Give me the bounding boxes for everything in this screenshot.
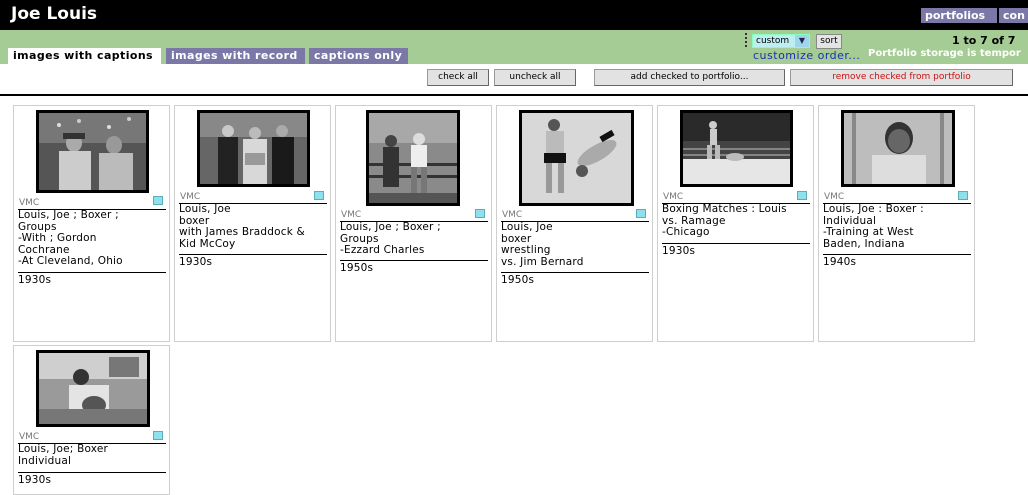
source-label: VMC [824, 192, 845, 202]
caption-line: Louis, Joe; Boxer [18, 443, 109, 455]
image-card: VMC Louis, Joe boxer wrestling vs. Jim B… [496, 105, 653, 342]
tab-images-with-captions[interactable]: images with captions [8, 48, 161, 64]
divider [0, 94, 1028, 96]
image-card: VMC Louis, Joe ; Boxer ; Groups -With ; … [13, 105, 170, 342]
select-checkbox[interactable] [475, 209, 485, 218]
photo-thumbnail[interactable] [680, 110, 793, 187]
caption-line: Louis, Joe ; Boxer ; [340, 221, 441, 233]
remove-checked-from-portfolio-button[interactable]: remove checked from portfolio [790, 69, 1013, 86]
caption-line: Louis, Joe [179, 203, 231, 215]
caption: Louis, Joe ; Boxer ; Groups -With ; Gord… [18, 209, 166, 268]
caption: Louis, Joe boxer wrestling vs. Jim Berna… [501, 221, 649, 268]
photo-thumbnail[interactable] [36, 350, 150, 427]
caption-line: Louis, Joe : Boxer : [823, 203, 924, 215]
image-card: VMC Louis, Joe; Boxer Individual 1930s [13, 345, 170, 495]
tab-images-with-record[interactable]: images with record [166, 48, 305, 64]
sort-order-select[interactable]: custom ▼ [752, 34, 810, 48]
photo-thumbnail[interactable] [519, 110, 634, 206]
tab-bar: images with captions images with record … [0, 30, 1028, 64]
caption-line: -With ; Gordon [18, 232, 97, 244]
date-label: 1930s [662, 245, 696, 257]
caption: Louis, Joe; Boxer Individual [18, 443, 166, 467]
customize-order-link[interactable]: customize order... [753, 49, 860, 62]
date-label: 1930s [179, 256, 213, 268]
date-label: 1930s [18, 474, 52, 486]
caption-line: Boxing Matches : Louis [662, 203, 787, 215]
caption: Boxing Matches : Louis vs. Ramage -Chica… [662, 203, 810, 239]
tab-captions-only[interactable]: captions only [309, 48, 408, 64]
caption: Louis, Joe : Boxer : Individual -Trainin… [823, 203, 971, 250]
select-checkbox[interactable] [958, 191, 968, 200]
drag-handle-icon[interactable] [745, 33, 748, 47]
page-title: Joe Louis [11, 4, 98, 24]
photo-thumbnail[interactable] [197, 110, 310, 187]
image-card: VMC Louis, Joe ; Boxer ; Groups -Ezzard … [335, 105, 492, 342]
chevron-down-icon[interactable]: ▼ [795, 35, 809, 47]
select-checkbox[interactable] [314, 191, 324, 200]
image-card: VMC Boxing Matches : Louis vs. Ramage -C… [657, 105, 814, 342]
uncheck-all-button[interactable]: uncheck all [494, 69, 576, 86]
caption-line: with James Braddock & [179, 226, 305, 238]
date-label-box: 1930s [179, 254, 327, 269]
select-checkbox[interactable] [636, 209, 646, 218]
date-label-box: 1940s [823, 254, 971, 269]
image-card: VMC Louis, Joe : Boxer : Individual -Tra… [818, 105, 975, 342]
select-checkbox[interactable] [797, 191, 807, 200]
select-checkbox[interactable] [153, 431, 163, 440]
source-label: VMC [341, 210, 362, 220]
pager-text: 1 to 7 of 7 [952, 34, 1016, 47]
caption-line: Louis, Joe ; Boxer ; [18, 209, 119, 221]
caption-line: Louis, Joe [501, 221, 553, 233]
select-checkbox[interactable] [153, 196, 163, 205]
title-bar: Joe Louis portfolios con [0, 0, 1028, 30]
date-label-box: 1950s [501, 272, 649, 287]
date-label: 1930s [18, 274, 52, 286]
storage-note: Portfolio storage is tempor [868, 48, 1021, 59]
photo-thumbnail[interactable] [36, 110, 149, 193]
date-label-box: 1930s [18, 272, 166, 287]
source-label: VMC [502, 210, 523, 220]
date-label-box: 1930s [18, 472, 166, 487]
date-label-box: 1950s [340, 260, 488, 275]
add-checked-to-portfolio-button[interactable]: add checked to portfolio... [594, 69, 785, 86]
sort-select-value: custom [756, 36, 790, 46]
caption: Louis, Joe boxer with James Braddock & K… [179, 203, 327, 250]
caption-line: Baden, Indiana [823, 237, 905, 250]
source-label: VMC [19, 432, 40, 442]
portfolios-link[interactable]: portfolios [921, 8, 997, 23]
caption-line: -Chicago [662, 226, 710, 238]
date-label: 1940s [823, 256, 857, 268]
caption-line: Kid McCoy [179, 237, 236, 250]
photo-thumbnail[interactable] [366, 110, 460, 206]
con-link[interactable]: con [999, 8, 1028, 23]
image-card: VMC Louis, Joe boxer with James Braddock… [174, 105, 331, 342]
sort-button[interactable]: sort [816, 34, 842, 49]
caption-line: Individual [18, 454, 72, 467]
source-label: VMC [19, 198, 40, 208]
caption-line: wrestling [501, 244, 551, 256]
caption-line: -At Cleveland, Ohio [18, 255, 123, 267]
caption-line: -Training at West [823, 226, 914, 238]
photo-thumbnail[interactable] [841, 110, 955, 187]
date-label-box: 1930s [662, 243, 810, 258]
caption-line: -Ezzard Charles [340, 244, 425, 256]
source-label: VMC [663, 192, 684, 202]
check-all-button[interactable]: check all [427, 69, 489, 86]
date-label: 1950s [501, 274, 535, 286]
source-label: VMC [180, 192, 201, 202]
caption-line: vs. Jim Bernard [501, 255, 584, 268]
date-label: 1950s [340, 262, 374, 274]
caption: Louis, Joe ; Boxer ; Groups -Ezzard Char… [340, 221, 488, 257]
